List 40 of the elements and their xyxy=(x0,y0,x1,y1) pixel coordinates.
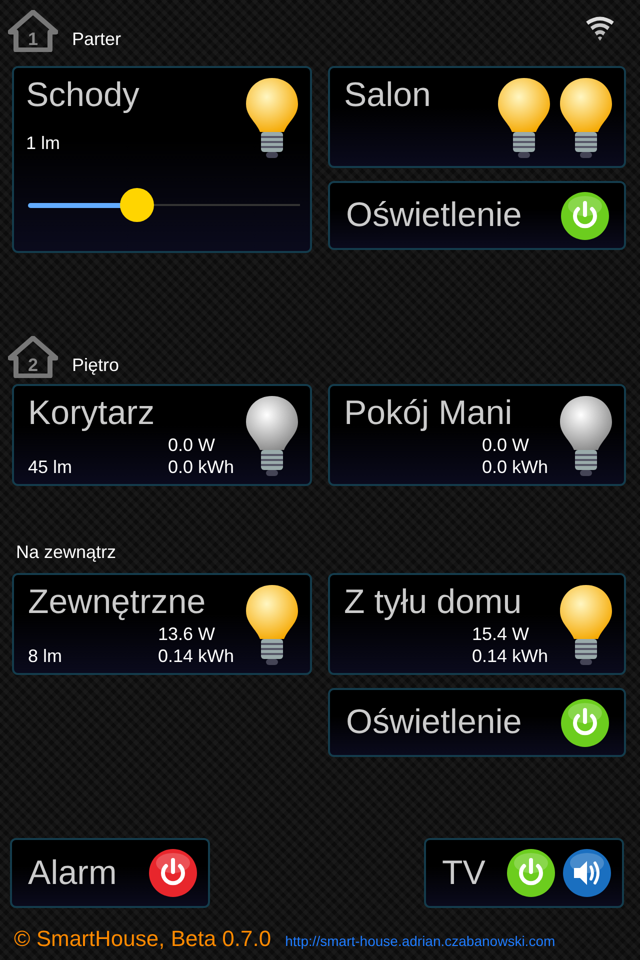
power-reading: 0.0 W xyxy=(168,434,216,456)
device-name: Korytarz xyxy=(28,394,156,433)
device-name: Pokój Mani xyxy=(344,394,514,433)
device-card[interactable]: Korytarz 45 lm 0.0 W 0.0 kWh xyxy=(12,384,312,486)
floor-number: 2 xyxy=(28,355,38,375)
switch-label: Oświetlenie xyxy=(346,703,522,742)
lumen-reading: 8 lm xyxy=(28,646,62,667)
section-label: Na zewnątrz xyxy=(16,542,116,564)
device-name: Z tyłu domu xyxy=(344,583,523,622)
device-card[interactable]: Salon xyxy=(328,66,626,168)
power-button[interactable] xyxy=(560,190,610,240)
volume-button[interactable] xyxy=(562,848,612,898)
device-name: Zewnętrzne xyxy=(28,583,207,622)
section-label: Piętro xyxy=(72,355,120,377)
control-label: TV xyxy=(442,854,486,892)
energy-reading: 0.0 kWh xyxy=(168,456,234,478)
switch-label: Oświetlenie xyxy=(346,196,522,235)
device-card[interactable]: Schody 1 lm xyxy=(12,66,312,253)
power-reading: 15.4 W xyxy=(472,623,530,645)
energy-reading: 0.14 kWh xyxy=(472,645,548,667)
energy-reading: 0.14 kWh xyxy=(158,645,234,667)
website-link[interactable]: http://smart-house.adrian.czabanowski.com xyxy=(285,933,556,949)
power-button[interactable] xyxy=(560,698,610,748)
brightness-slider[interactable] xyxy=(28,188,300,222)
lumen-reading: 45 lm xyxy=(28,457,72,478)
lumen-reading: 1 lm xyxy=(26,133,62,154)
device-name: Salon xyxy=(344,76,432,115)
device-card[interactable]: Pokój Mani 0.0 W 0.0 kWh xyxy=(328,384,626,486)
section-label: Parter xyxy=(72,29,122,51)
device-card[interactable]: Z tyłu domu 15.4 W 0.14 kWh xyxy=(328,573,626,675)
power-reading: 0.0 W xyxy=(482,434,530,456)
device-name: Schody xyxy=(26,76,140,115)
floor-number: 1 xyxy=(28,29,38,49)
power-button[interactable] xyxy=(148,848,198,898)
power-button[interactable] xyxy=(506,848,556,898)
control-label: Alarm xyxy=(28,854,117,892)
power-reading: 13.6 W xyxy=(158,623,216,645)
copyright-text: © SmartHouse, Beta 0.7.0 xyxy=(14,926,272,952)
energy-reading: 0.0 kWh xyxy=(482,456,548,478)
device-card[interactable]: Zewnętrzne 8 lm 13.6 W 0.14 kWh xyxy=(12,573,312,675)
